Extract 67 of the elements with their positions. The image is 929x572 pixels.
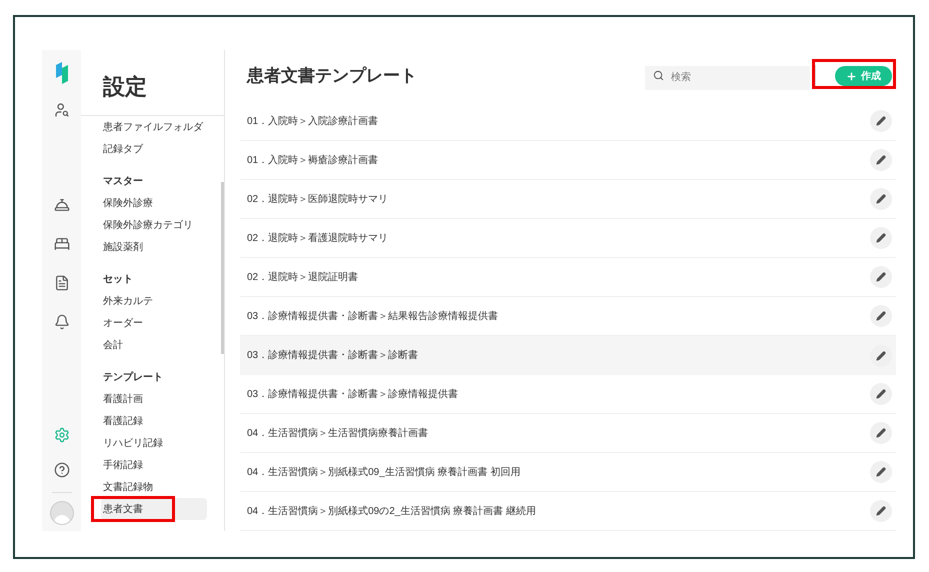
pencil-icon xyxy=(876,272,886,282)
template-row[interactable]: 01．入院時＞入院診療計画書 xyxy=(240,102,896,141)
template-row[interactable]: 03．診療情報提供書・診断書＞診断書 xyxy=(240,336,896,375)
edit-button[interactable] xyxy=(870,344,892,366)
edit-button[interactable] xyxy=(870,500,892,522)
edit-button[interactable] xyxy=(870,305,892,327)
template-row[interactable]: 02．退院時＞退院証明書 xyxy=(240,258,896,297)
template-name: 01．入院時＞褥瘡診療計画書 xyxy=(247,154,378,168)
edit-button[interactable] xyxy=(870,422,892,444)
pencil-icon xyxy=(876,506,886,516)
section-heading: セット xyxy=(103,272,134,286)
sidebar-item[interactable]: リハビリ記録 xyxy=(103,432,163,454)
pencil-icon xyxy=(876,428,886,438)
template-row[interactable]: 04．生活習慣病＞生活習慣病療養計画書 xyxy=(240,414,896,453)
sidebar-item[interactable]: 患者文書 xyxy=(101,498,207,520)
sidebar-item[interactable]: 保険外診療 xyxy=(103,192,153,214)
template-row[interactable]: 02．退院時＞看護退院時サマリ xyxy=(240,219,896,258)
pencil-icon xyxy=(876,155,886,165)
template-name: 03．診療情報提供書・診断書＞診療情報提供書 xyxy=(247,388,458,402)
sidebar-title: 設定 xyxy=(103,73,147,101)
pencil-icon xyxy=(876,116,886,126)
sidebar-item[interactable]: 保険外診療カテゴリ xyxy=(103,214,193,236)
sidebar-item[interactable]: 看護記録 xyxy=(103,410,143,432)
sidebar-item[interactable]: 看護計画 xyxy=(103,388,143,410)
pencil-icon xyxy=(876,350,886,360)
template-row[interactable]: 04．生活習慣病＞別紙様式09_生活習慣病 療養計画書 初回用 xyxy=(240,453,896,492)
sidebar-item[interactable]: 文書記録物 xyxy=(103,476,153,498)
section-heading: マスター xyxy=(103,174,144,188)
template-name: 03．診療情報提供書・診断書＞診断書 xyxy=(247,348,418,363)
pencil-icon xyxy=(876,233,886,243)
page-title: 患者文書テンプレート xyxy=(247,65,417,88)
edit-button[interactable] xyxy=(870,149,892,171)
sidebar-item[interactable]: 記録タブ xyxy=(103,138,143,160)
template-name: 04．生活習慣病＞別紙様式09_生活習慣病 療養計画書 初回用 xyxy=(247,466,520,480)
plus-icon xyxy=(846,70,857,82)
template-row[interactable]: 04．生活習慣病＞別紙様式09の2_生活習慣病 療養計画書 継続用 xyxy=(240,492,896,531)
template-name: 04．生活習慣病＞別紙様式09の2_生活習慣病 療養計画書 継続用 xyxy=(247,504,536,518)
template-row[interactable]: 03．診療情報提供書・診断書＞診療情報提供書 xyxy=(240,375,896,414)
template-name: 02．退院時＞医師退院時サマリ xyxy=(247,192,388,206)
edit-button[interactable] xyxy=(870,227,892,249)
pencil-icon xyxy=(876,194,886,204)
template-name: 02．退院時＞退院証明書 xyxy=(247,270,358,284)
edit-button[interactable] xyxy=(870,461,892,483)
template-row[interactable]: 02．退院時＞医師退院時サマリ xyxy=(240,180,896,219)
sidebar-item[interactable]: オーダー xyxy=(103,312,143,334)
sidebar-item[interactable]: 外来カルテ xyxy=(103,290,153,312)
edit-button[interactable] xyxy=(870,266,892,288)
section-heading: テンプレート xyxy=(103,370,164,384)
template-name: 02．退院時＞看護退院時サマリ xyxy=(247,232,388,246)
app-logo-icon xyxy=(54,62,68,84)
template-row[interactable]: 01．入院時＞褥瘡診療計画書 xyxy=(240,141,896,180)
search-field[interactable]: 検索 xyxy=(645,66,810,90)
sidebar-item[interactable]: 会計 xyxy=(103,334,123,356)
help-icon[interactable] xyxy=(52,460,72,480)
sidebar-item[interactable]: 手術記録 xyxy=(103,454,143,476)
edit-button[interactable] xyxy=(870,383,892,405)
template-name: 01．入院時＞入院診療計画書 xyxy=(247,114,378,128)
search-icon xyxy=(653,70,664,81)
sidebar-item[interactable]: 施設薬剤 xyxy=(103,236,143,258)
edit-button[interactable] xyxy=(870,110,892,132)
template-name: 04．生活習慣病＞生活習慣病療養計画書 xyxy=(247,426,428,440)
edit-button[interactable] xyxy=(870,188,892,210)
pencil-icon xyxy=(876,311,886,321)
pencil-icon xyxy=(876,389,886,399)
pencil-icon xyxy=(876,467,886,477)
sidebar-item[interactable]: 患者ファイルフォルダ xyxy=(103,116,203,138)
template-name: 03．診療情報提供書・診断書＞結果報告診療情報提供書 xyxy=(247,310,498,324)
